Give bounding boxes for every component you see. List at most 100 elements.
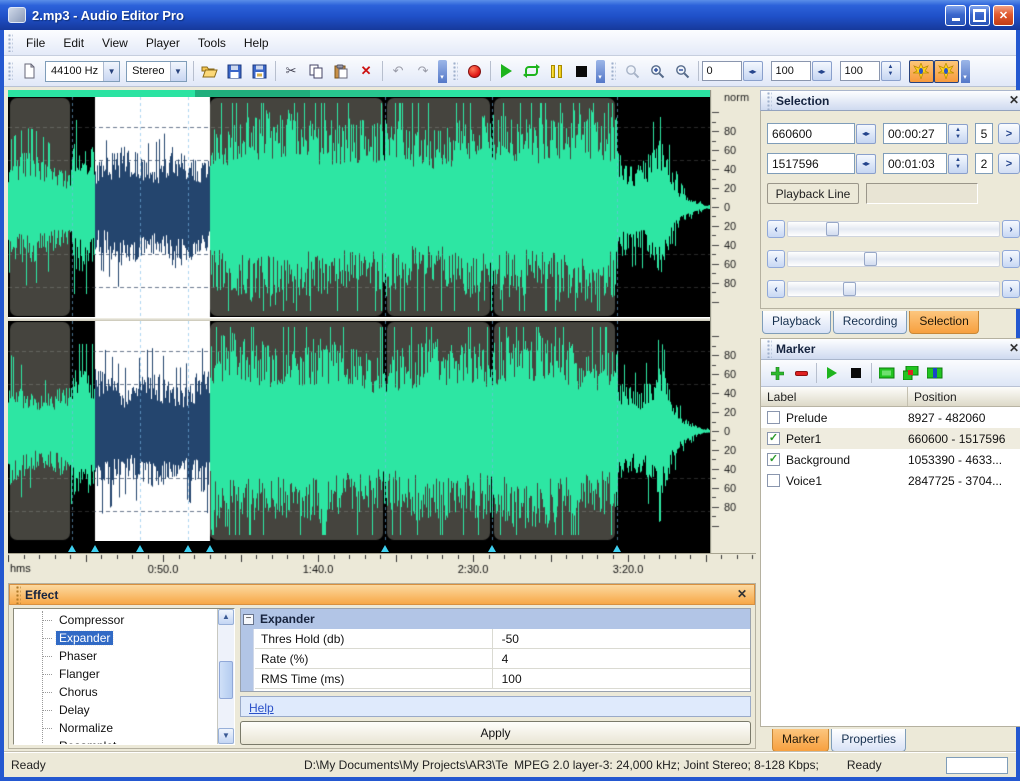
toolbar-grip[interactable] xyxy=(8,34,13,52)
effect-panel-titlebar[interactable]: Effect ✕ xyxy=(9,584,755,605)
marker-triangle-icon[interactable] xyxy=(91,545,99,552)
marker-triangle-icon[interactable] xyxy=(136,545,144,552)
toolbar-overflow-button[interactable]: ▾ xyxy=(438,60,447,83)
close-icon[interactable]: ✕ xyxy=(1006,341,1020,357)
slider-1[interactable]: ‹ › xyxy=(767,220,1020,238)
property-row[interactable]: RMS Time (ms) 100 xyxy=(255,669,750,689)
effect-item-flanger[interactable]: Flanger xyxy=(14,665,217,683)
waveform-channel-left[interactable] xyxy=(8,97,710,317)
maximize-button[interactable] xyxy=(969,5,990,26)
start-time-spinner[interactable]: ▲▼ xyxy=(948,124,968,144)
time-ruler[interactable] xyxy=(8,553,756,575)
checkbox-checked[interactable]: ✓ xyxy=(767,453,780,466)
toolbar-grip[interactable] xyxy=(453,62,458,80)
panel-grip[interactable] xyxy=(767,340,772,358)
snap-right-toggle-button[interactable] xyxy=(934,60,959,83)
position-field[interactable]: 0 xyxy=(702,61,742,81)
effect-item-normalize[interactable]: Normalize xyxy=(14,719,217,737)
apply-button[interactable]: Apply xyxy=(240,721,751,745)
remove-marker-button[interactable] xyxy=(789,362,813,384)
checkbox-checked[interactable]: ✓ xyxy=(767,432,780,445)
undo-button[interactable]: ↶ xyxy=(386,60,411,83)
copy-button[interactable] xyxy=(304,60,329,83)
marker-overview-strip[interactable] xyxy=(8,90,710,97)
selection-start-time-field[interactable]: 00:00:27 xyxy=(883,123,947,144)
marker-panel-titlebar[interactable]: Marker ✕ xyxy=(761,339,1020,360)
marker-row-prelude[interactable]: Prelude 8927 - 482060 xyxy=(761,407,1020,428)
marker-triangle-icon[interactable] xyxy=(206,545,214,552)
property-group-header[interactable]: − Expander xyxy=(241,609,750,629)
property-row[interactable]: Thres Hold (db) -50 xyxy=(255,629,750,649)
slider-2[interactable]: ‹ › xyxy=(767,250,1020,268)
tab-selection[interactable]: Selection xyxy=(909,311,978,334)
marker-row-voice1[interactable]: Voice1 2847725 - 3704... xyxy=(761,470,1020,491)
loop-play-button[interactable] xyxy=(519,60,544,83)
panel-grip[interactable] xyxy=(767,92,772,110)
column-label[interactable]: Label xyxy=(761,387,908,406)
save-all-button[interactable] xyxy=(247,60,272,83)
property-value[interactable]: 4 xyxy=(493,649,750,668)
slider-right-arrow-icon[interactable]: › xyxy=(1002,280,1020,298)
toolbar-grip[interactable] xyxy=(611,62,616,80)
waveform-channel-right[interactable] xyxy=(8,321,710,541)
effect-item-phaser[interactable]: Phaser xyxy=(14,647,217,665)
chevron-down-icon[interactable]: ▼ xyxy=(103,62,119,81)
cut-button[interactable]: ✂ xyxy=(279,60,304,83)
toolbar-overflow-button[interactable]: ▾ xyxy=(596,60,605,83)
menu-help[interactable]: Help xyxy=(235,32,278,54)
property-row[interactable]: Rate (%) 4 xyxy=(255,649,750,669)
slider-thumb[interactable] xyxy=(826,222,839,236)
effect-item-delay[interactable]: Delay xyxy=(14,701,217,719)
menu-view[interactable]: View xyxy=(93,32,137,54)
snap-left-toggle-button[interactable] xyxy=(909,60,934,83)
end-sample-spinner[interactable]: ◂▸ xyxy=(856,154,876,174)
effect-list-scrollbar[interactable]: ▲ ▼ xyxy=(217,609,234,744)
effect-item-chorus[interactable]: Chorus xyxy=(14,683,217,701)
zoom-vertical-spinner[interactable]: ▲▼ xyxy=(881,61,901,81)
region-playline-button[interactable] xyxy=(923,362,947,384)
slider-left-arrow-icon[interactable]: ‹ xyxy=(767,220,785,238)
scroll-down-icon[interactable]: ▼ xyxy=(218,728,234,744)
title-bar[interactable]: 2.mp3 - Audio Editor Pro ✕ xyxy=(0,0,1020,30)
redo-button[interactable]: ↷ xyxy=(411,60,436,83)
property-value[interactable]: 100 xyxy=(493,669,750,688)
column-position[interactable]: Position xyxy=(908,387,1020,406)
slider-right-arrow-icon[interactable]: › xyxy=(1002,220,1020,238)
menu-player[interactable]: Player xyxy=(137,32,189,54)
close-button[interactable]: ✕ xyxy=(993,5,1014,26)
checkbox-unchecked[interactable] xyxy=(767,474,780,487)
toolbar-grip[interactable] xyxy=(8,62,13,80)
zoom-horizontal-field[interactable]: 100 xyxy=(771,61,811,81)
marker-triangle-icon[interactable] xyxy=(184,545,192,552)
tab-properties[interactable]: Properties xyxy=(831,729,906,752)
marker-table-header[interactable]: Label Position xyxy=(761,387,1020,407)
slider-thumb[interactable] xyxy=(843,282,856,296)
zoom-horizontal-spinner[interactable]: ◂▸ xyxy=(812,61,832,81)
selection-end-sample-field[interactable]: 1517596 xyxy=(767,153,855,174)
sample-rate-combobox[interactable]: 44100 Hz ▼ xyxy=(45,61,120,82)
play-marker-button[interactable] xyxy=(820,362,844,384)
go-to-start-button[interactable]: > xyxy=(998,123,1020,144)
slider-right-arrow-icon[interactable]: › xyxy=(1002,250,1020,268)
marker-triangle-icon[interactable] xyxy=(488,545,496,552)
end-time-spinner[interactable]: ▲▼ xyxy=(948,154,968,174)
region-marker-button[interactable] xyxy=(899,362,923,384)
menu-file[interactable]: File xyxy=(17,32,54,54)
zoom-out-button[interactable] xyxy=(670,60,695,83)
slider-left-arrow-icon[interactable]: ‹ xyxy=(767,250,785,268)
panel-grip[interactable] xyxy=(16,586,21,604)
selection-start-sample-field[interactable]: 660600 xyxy=(767,123,855,144)
stop-button[interactable] xyxy=(569,60,594,83)
slider-track[interactable] xyxy=(787,281,1000,297)
marker-triangle-icon[interactable] xyxy=(613,545,621,552)
scroll-up-icon[interactable]: ▲ xyxy=(218,609,234,625)
new-file-button[interactable] xyxy=(17,60,42,83)
selection-panel-titlebar[interactable]: Selection ✕ xyxy=(760,90,1020,111)
scrollbar-thumb[interactable] xyxy=(219,661,233,699)
play-button[interactable] xyxy=(494,60,519,83)
playback-line-field[interactable] xyxy=(866,183,978,204)
tab-recording[interactable]: Recording xyxy=(833,311,908,334)
checkbox-unchecked[interactable] xyxy=(767,411,780,424)
marker-triangle-icon[interactable] xyxy=(381,545,389,552)
end-extra-field[interactable]: 2 xyxy=(975,153,993,174)
